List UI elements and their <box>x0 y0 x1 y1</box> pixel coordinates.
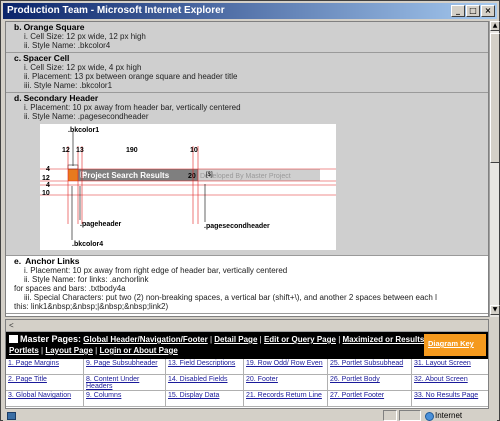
spec-line: i. Cell Size: 12 px wide, 4 px high <box>24 63 142 72</box>
spec-line: ii. Placement: 13 px between orange squa… <box>24 72 238 81</box>
dim-left-10: 10 <box>42 190 50 197</box>
label-pagesecondheader: .pagesecondheader <box>204 223 270 230</box>
section-number: e. <box>14 256 22 266</box>
internet-zone: Internet <box>423 410 495 421</box>
label-pageheader: .pageheader <box>80 221 122 228</box>
spec-line: iii. Special Characters: put two (2) non… <box>24 293 437 302</box>
home-icon[interactable] <box>9 335 18 343</box>
index-link[interactable]: 9. Columns <box>84 391 166 407</box>
section-number: c. <box>14 53 22 63</box>
index-link[interactable]: 25. Portlet Subsubhead <box>328 359 412 375</box>
index-link[interactable]: 20. Footer <box>244 375 328 391</box>
dim-top-12: 12 <box>62 147 70 154</box>
window-title: Production Team - Microsoft Internet Exp… <box>7 5 225 16</box>
label-bkcolor1: .bkcolor1 <box>68 127 99 134</box>
index-link[interactable]: 8. Content Under Headers <box>84 375 166 391</box>
dim-top-13: 13 <box>76 147 84 154</box>
lower-frame-toolbar: < <box>6 320 488 332</box>
dim-left-12: 12 <box>42 175 50 182</box>
scroll-up-arrow[interactable]: ▲ <box>490 21 500 31</box>
index-link[interactable]: 2. Page Title <box>6 375 84 391</box>
link-login-about[interactable]: Login or About Page <box>99 346 177 355</box>
spec-line: ii. Style Name: for links: .anchorlink <box>24 275 149 284</box>
browser-window: Production Team - Microsoft Internet Exp… <box>0 0 500 421</box>
spec-line: iii. Style Name: .bkcolor1 <box>24 81 113 90</box>
orange-square <box>68 169 78 181</box>
section-number: d. <box>14 93 22 103</box>
index-link[interactable]: 26. Portlet Body <box>328 375 412 391</box>
index-link[interactable]: 14. Disabled Fields <box>166 375 244 391</box>
header-spec-svg: Project Search Results 20 Developed By M… <box>40 127 336 248</box>
link-portlets[interactable]: Portlets <box>9 346 39 355</box>
scroll-left-arrow[interactable]: < <box>9 321 14 330</box>
scrollbar-thumb[interactable] <box>490 33 500 163</box>
maximize-button[interactable]: □ <box>466 5 480 17</box>
bracket-marker-right: [$] <box>206 172 213 178</box>
element-index-grid: 1. Page Margins 9. Page Subsubheader 13. F… <box>6 359 488 407</box>
main-document-pane: b. Orange Square i. Cell Size: 12 px wide… <box>5 21 489 317</box>
section-title: Orange Square <box>23 22 85 32</box>
index-link[interactable]: 19. Row Odd/ Row Even <box>244 359 328 375</box>
spec-line: i. Placement: 10 px away from right edge… <box>24 266 288 275</box>
master-pages-frame: < Master Pages: Global Header/Navigation… <box>5 319 489 409</box>
index-link[interactable]: 33. No Results Page <box>412 391 488 407</box>
section-anchor-links: e. Anchor Links i. Placement: 10 px away… <box>6 256 488 314</box>
index-link[interactable]: 1. Page Margins <box>6 359 84 375</box>
label-bkcolor4: .bkcolor4 <box>72 241 103 248</box>
close-button[interactable]: × <box>481 5 495 17</box>
link-global-header[interactable]: Global Header/Navigation/Footer <box>83 335 207 344</box>
spec-line: i. Cell Size: 12 px wide, 12 px high <box>24 32 146 41</box>
lock-icon <box>399 410 421 421</box>
index-link[interactable]: 21. Records Return Line <box>244 391 328 407</box>
section-orange-square: b. Orange Square i. Cell Size: 12 px wide… <box>6 22 488 53</box>
dim-top-10: 10 <box>190 147 198 154</box>
bracket-marker: [$] <box>80 172 87 178</box>
scroll-down-arrow[interactable]: ▼ <box>490 305 500 315</box>
dim-left-4b: 4 <box>46 182 50 189</box>
spec-line: for spaces and bars: .txtbody4a <box>14 284 126 293</box>
minimize-button[interactable]: _ <box>451 5 465 17</box>
diagram-key-link[interactable]: Diagram Key <box>424 334 486 356</box>
spec-line: ii. Style Name: .bkcolor4 <box>24 41 111 50</box>
index-link[interactable]: 32. About Screen <box>412 375 488 391</box>
title-bar: Production Team - Microsoft Internet Exp… <box>3 3 497 19</box>
index-link[interactable]: 3. Global Navigation <box>6 391 84 407</box>
master-pages-nav: Master Pages: Global Header/Navigation/F… <box>6 332 488 359</box>
header-title-text: Project Search Results <box>82 171 170 180</box>
status-segment <box>383 410 397 421</box>
index-link[interactable]: 13. Field Descriptions <box>166 359 244 375</box>
link-edit-query[interactable]: Edit or Query Page <box>264 335 336 344</box>
page-icon <box>7 412 16 420</box>
index-link[interactable]: 27. Portlet Footer <box>328 391 412 407</box>
index-link[interactable]: 31. Layout Screen <box>412 359 488 375</box>
dim-top-190: 190 <box>126 147 138 154</box>
vertical-scrollbar[interactable]: ▲ ▼ <box>489 21 500 317</box>
index-link[interactable]: 9. Page Subsubheader <box>84 359 166 375</box>
secondary-header-text: Developed By Master Project <box>200 173 291 180</box>
header-spec-diagram: Project Search Results 20 Developed By M… <box>40 124 336 250</box>
section-title: Spacer Cell <box>23 53 70 63</box>
section-title: Anchor Links <box>25 256 80 266</box>
dimension-20: 20 <box>188 173 196 180</box>
dim-left-4a: 4 <box>46 166 50 173</box>
section-secondary-header: d. Secondary Header i. Placement: 10 px a… <box>6 93 488 256</box>
spec-line: this: link1&nbsp;&nbsp;|&nbsp;&nbsp;link… <box>14 302 169 311</box>
index-link[interactable]: 15. Display Data <box>166 391 244 407</box>
link-layout-page[interactable]: Layout Page <box>45 346 93 355</box>
status-bar: Internet <box>3 410 497 421</box>
spec-line: i. Placement: 10 px away from header bar… <box>24 103 241 112</box>
spec-line: ii. Style Name: .pagesecondheader <box>24 112 149 121</box>
section-spacer-cell: c. Spacer Cell i. Cell Size: 12 px wide, … <box>6 53 488 93</box>
master-pages-label: Master Pages: <box>20 334 82 344</box>
window-controls: _ □ × <box>451 5 495 17</box>
section-number: b. <box>14 22 22 32</box>
style-guide-document: b. Orange Square i. Cell Size: 12 px wide… <box>6 22 488 314</box>
section-title: Secondary Header <box>23 93 99 103</box>
link-detail-page[interactable]: Detail Page <box>214 335 257 344</box>
